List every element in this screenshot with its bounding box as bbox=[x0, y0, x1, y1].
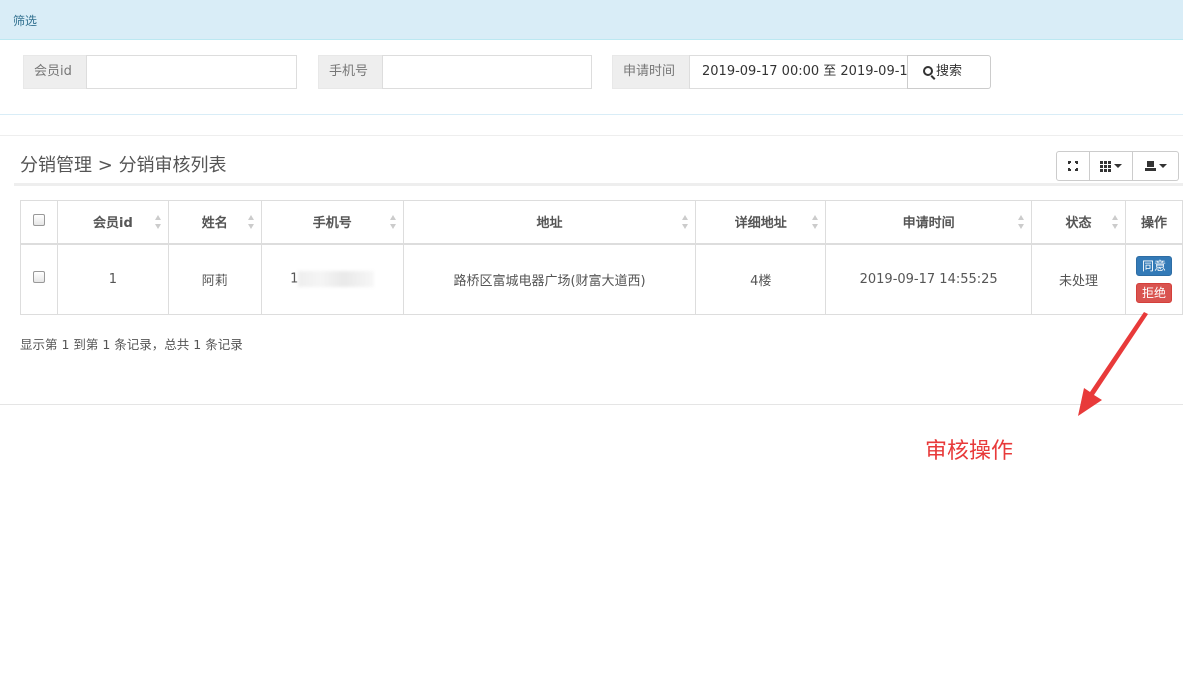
annotation-label: 审核操作 bbox=[925, 439, 1014, 464]
annotation-arrow bbox=[1078, 312, 1148, 416]
